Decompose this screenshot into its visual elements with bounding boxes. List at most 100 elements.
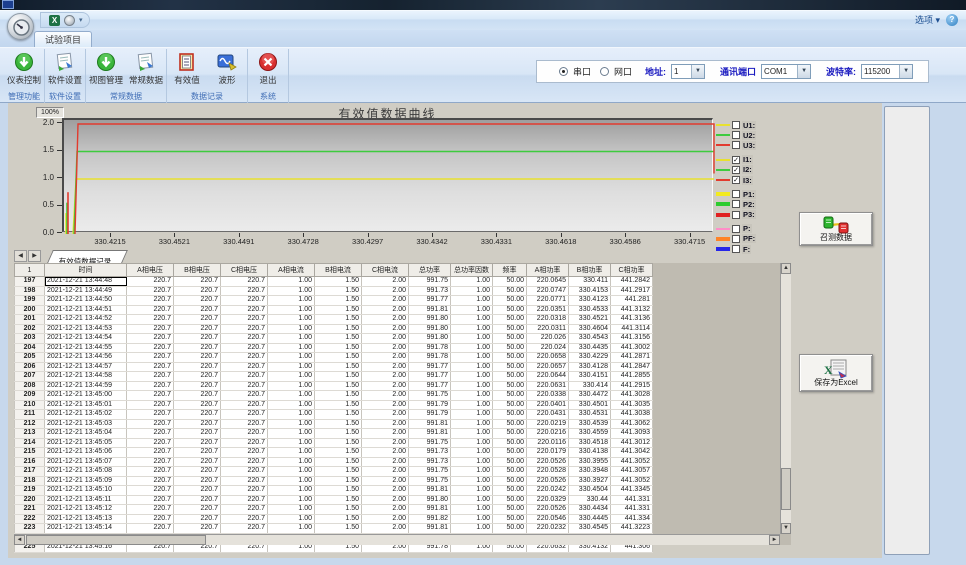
grid-cell[interactable]: 50.00 [493, 457, 527, 467]
grid-cell[interactable]: 441.3223 [611, 524, 653, 534]
column-header-B相电压[interactable]: B相电压 [174, 264, 221, 277]
grid-cell[interactable]: 220.7 [174, 381, 221, 391]
grid-cell[interactable]: 1.00 [451, 381, 493, 391]
grid-cell[interactable]: 441.2871 [611, 353, 653, 363]
scroll-left-icon[interactable]: ◄ [14, 535, 25, 545]
grid-cell[interactable]: 1.00 [451, 353, 493, 363]
ribbon-button-仪表控制[interactable]: 仪表控制 [4, 51, 44, 87]
grid-cell[interactable]: 330.3927 [569, 476, 611, 486]
grid-cell[interactable]: 991.75 [409, 467, 451, 477]
grid-cell[interactable]: 991.73 [409, 286, 451, 296]
grid-cell[interactable]: 220.026 [527, 334, 569, 344]
grid-cell[interactable]: 330.4531 [569, 410, 611, 420]
grid-cell[interactable]: 991.78 [409, 353, 451, 363]
grid-cell[interactable]: 2.00 [362, 334, 409, 344]
grid-cell[interactable]: 2.00 [362, 514, 409, 524]
grid-cell[interactable]: 50.00 [493, 467, 527, 477]
grid-cell[interactable]: 991.81 [409, 305, 451, 315]
grid-cell[interactable]: 220.7 [174, 372, 221, 382]
grid-cell[interactable]: 1.00 [451, 277, 493, 287]
grid-cell[interactable]: 1.50 [315, 334, 362, 344]
grid-cell[interactable]: 330.411 [569, 277, 611, 287]
grid-cell[interactable]: 1.00 [268, 400, 315, 410]
tab-test-project[interactable]: 试验项目 [34, 31, 92, 47]
grid-cell[interactable]: 441.3114 [611, 324, 653, 334]
grid-cell[interactable]: 1.50 [315, 505, 362, 515]
grid-cell[interactable]: 220.7 [221, 324, 268, 334]
grid-cell[interactable]: 220.7 [127, 362, 174, 372]
grid-cell[interactable]: 441.3038 [611, 410, 653, 420]
grid-cell[interactable]: 441.331 [611, 505, 653, 515]
grid-cell[interactable]: 1.50 [315, 495, 362, 505]
grid-cell[interactable]: 1.50 [315, 277, 362, 287]
save-as-excel-button[interactable]: X 保存为Excel [799, 354, 873, 392]
row-number-cell[interactable]: 212 [15, 419, 45, 429]
grid-cell[interactable]: 2021-12-21 13:45:05 [45, 438, 127, 448]
grid-cell[interactable]: 220.7 [221, 410, 268, 420]
grid-cell[interactable]: 220.7 [174, 277, 221, 287]
options-menu[interactable]: 选项 ▾ [915, 13, 940, 26]
grid-cell[interactable]: 2021-12-21 13:44:53 [45, 324, 127, 334]
grid-cell[interactable]: 1.00 [268, 324, 315, 334]
grid-cell[interactable]: 2021-12-21 13:45:03 [45, 419, 127, 429]
grid-cell[interactable]: 1.00 [268, 277, 315, 287]
grid-cell[interactable]: 1.00 [268, 495, 315, 505]
grid-cell[interactable]: 220.7 [174, 410, 221, 420]
grid-cell[interactable]: 220.7 [127, 324, 174, 334]
grid-cell[interactable]: 441.281 [611, 296, 653, 306]
grid-cell[interactable]: 2021-12-21 13:44:51 [45, 305, 127, 315]
grid-cell[interactable]: 1.50 [315, 286, 362, 296]
column-header-A相电压[interactable]: A相电压 [127, 264, 174, 277]
grid-cell[interactable]: 2.00 [362, 343, 409, 353]
grid-cell[interactable]: 441.3345 [611, 486, 653, 496]
grid-cell[interactable]: 220.7 [127, 296, 174, 306]
grid-cell[interactable]: 1.50 [315, 381, 362, 391]
grid-cell[interactable]: 1.00 [451, 410, 493, 420]
grid-cell[interactable]: 1.50 [315, 419, 362, 429]
grid-cell[interactable]: 50.00 [493, 438, 527, 448]
grid-cell[interactable]: 2021-12-21 13:44:48 [45, 277, 127, 287]
grid-cell[interactable]: 441.3093 [611, 429, 653, 439]
grid-cell[interactable]: 50.00 [493, 381, 527, 391]
grid-cell[interactable]: 220.7 [127, 410, 174, 420]
grid-cell[interactable]: 50.00 [493, 391, 527, 401]
row-number-cell[interactable]: 202 [15, 324, 45, 334]
grid-cell[interactable]: 220.7 [221, 495, 268, 505]
grid-cell[interactable]: 220.7 [221, 505, 268, 515]
grid-cell[interactable]: 1.00 [451, 362, 493, 372]
grid-cell[interactable]: 1.50 [315, 524, 362, 534]
grid-cell[interactable]: 220.7 [221, 372, 268, 382]
row-number-cell[interactable]: 219 [15, 486, 45, 496]
grid-cell[interactable]: 220.7 [174, 353, 221, 363]
column-header-A相电流[interactable]: A相电流 [268, 264, 315, 277]
grid-cell[interactable]: 1.00 [451, 305, 493, 315]
grid-cell[interactable]: 991.82 [409, 514, 451, 524]
column-header-B相电流[interactable]: B相电流 [315, 264, 362, 277]
grid-cell[interactable]: 330.4518 [569, 438, 611, 448]
grid-cell[interactable]: 220.7 [174, 391, 221, 401]
row-number-cell[interactable]: 199 [15, 296, 45, 306]
grid-cell[interactable]: 220.0431 [527, 410, 569, 420]
grid-cell[interactable]: 1.50 [315, 353, 362, 363]
grid-cell[interactable]: 220.7 [221, 315, 268, 325]
grid-cell[interactable]: 1.00 [451, 286, 493, 296]
legend-checkbox-U3[interactable] [732, 141, 740, 149]
legend-checkbox-I3[interactable]: ✓ [732, 176, 740, 184]
grid-cell[interactable]: 1.00 [451, 419, 493, 429]
legend-checkbox-P3[interactable] [732, 211, 740, 219]
grid-cell[interactable]: 220.7 [174, 467, 221, 477]
chart-zoom-button[interactable]: 100% [36, 107, 64, 118]
grid-cell[interactable]: 220.7 [127, 486, 174, 496]
row-number-cell[interactable]: 213 [15, 429, 45, 439]
grid-cell[interactable]: 220.0528 [527, 467, 569, 477]
address-dropdown-icon[interactable]: ▼ [691, 65, 704, 78]
grid-cell[interactable]: 1.50 [315, 429, 362, 439]
grid-cell[interactable]: 220.7 [127, 419, 174, 429]
grid-cell[interactable]: 220.7 [127, 334, 174, 344]
grid-cell[interactable]: 2.00 [362, 429, 409, 439]
grid-cell[interactable]: 50.00 [493, 486, 527, 496]
grid-cell[interactable]: 2.00 [362, 296, 409, 306]
grid-cell[interactable]: 1.00 [268, 334, 315, 344]
legend-checkbox-I1[interactable]: ✓ [732, 156, 740, 164]
scroll-right-icon[interactable]: ► [769, 535, 780, 545]
